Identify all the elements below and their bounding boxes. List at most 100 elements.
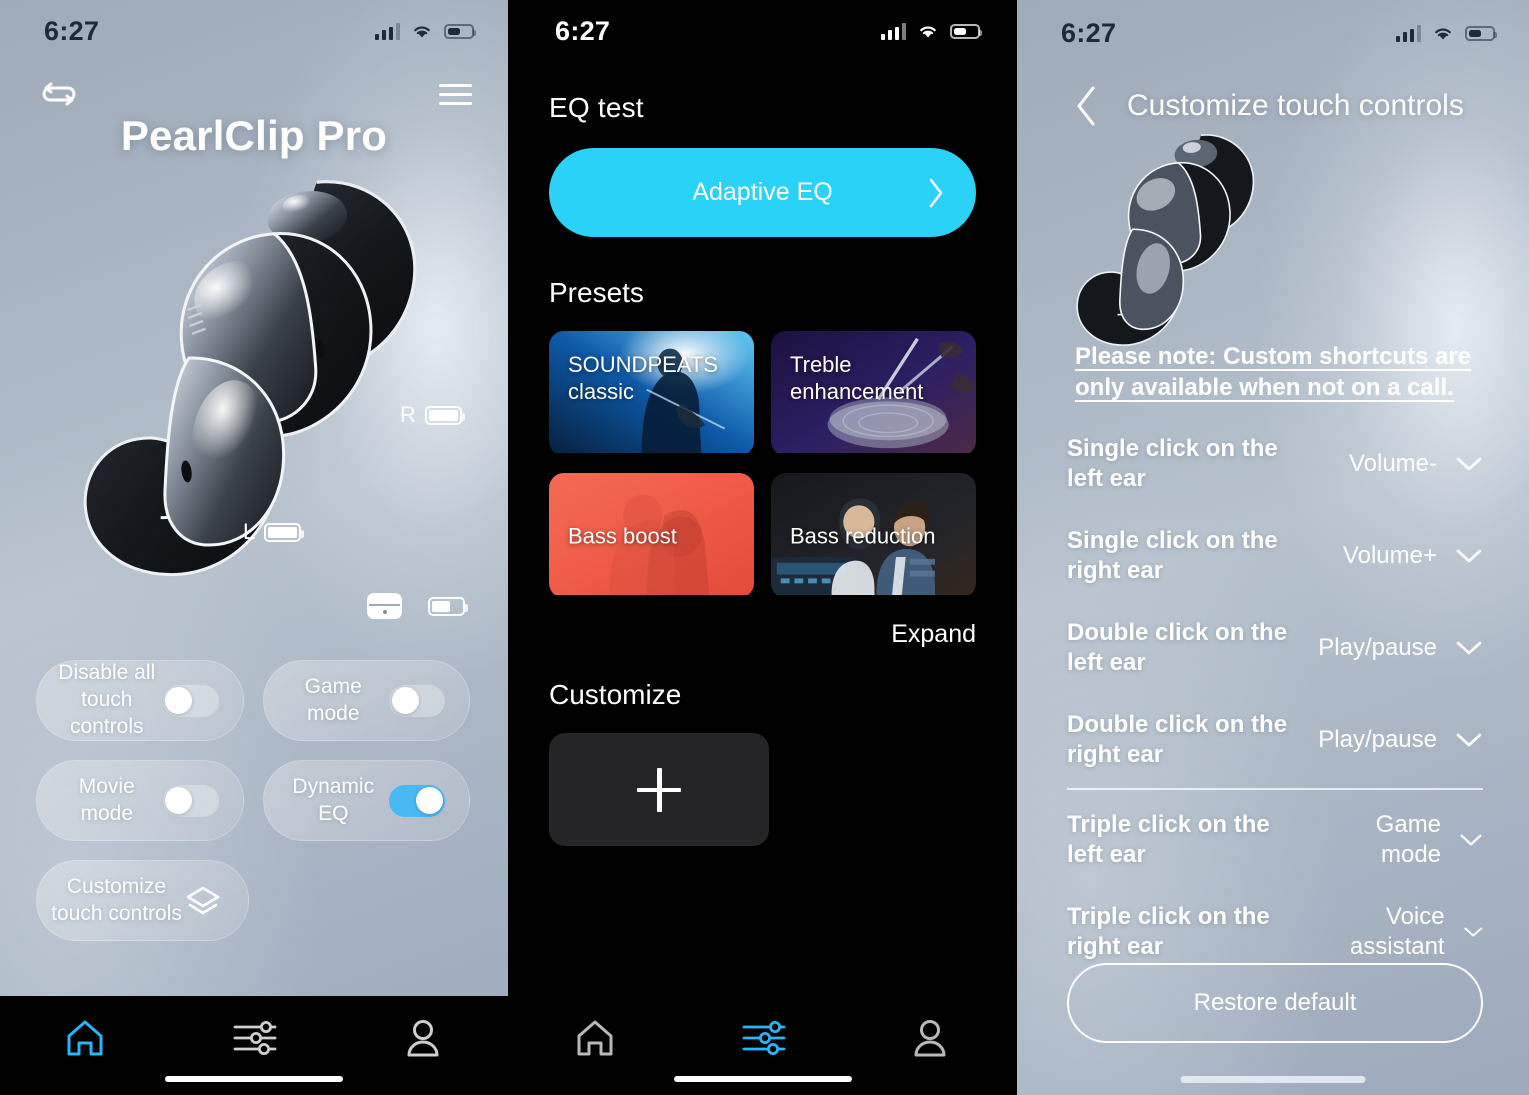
battery-tag-case (367, 593, 468, 619)
card-disable-all-touch-controls[interactable]: Disable all touch controls (36, 660, 244, 741)
battery-tag-left: L (243, 519, 305, 545)
card-label: Customize touch controls (51, 874, 182, 925)
home-indicator (673, 1076, 852, 1082)
charging-case-icon (367, 593, 402, 619)
preset-bass-boost[interactable]: Bass boost (549, 473, 754, 598)
toggle-disable-all-touch-controls[interactable] (162, 684, 219, 717)
chevron-down-icon[interactable] (1455, 731, 1483, 749)
gesture-label: Single click on the left ear (1067, 435, 1278, 492)
status-bar: 6:27 (0, 0, 508, 62)
nav-home[interactable] (0, 1017, 169, 1059)
note-text: Please note: Custom shortcuts are only a… (1075, 342, 1479, 403)
status-time: 6:27 (44, 15, 100, 46)
status-bar: 6:27 (1017, 0, 1529, 62)
row-double-click-left-ear[interactable]: Double click on the left ear Play/pause (1067, 602, 1483, 694)
adaptive-eq-button[interactable]: Adaptive EQ (549, 148, 977, 237)
touch-action-rows: Single click on the left ear Volume- Sin… (1067, 418, 1483, 978)
eq-test-heading: EQ test (549, 92, 644, 123)
card-dynamic-eq[interactable]: Dynamic EQ (262, 760, 470, 841)
home-indicator (165, 1076, 343, 1082)
action-value: Volume+ (1342, 542, 1437, 570)
gesture-label: Triple click on the right ear (1067, 902, 1270, 960)
card-label: Game mode (304, 674, 362, 725)
plus-icon (637, 767, 681, 812)
nav-equalizer[interactable] (169, 1017, 338, 1059)
cellular-signal-icon (880, 22, 907, 40)
back-chevron-icon[interactable] (1073, 84, 1099, 128)
hamburger-menu-icon[interactable] (439, 78, 472, 111)
chevron-down-icon[interactable] (1455, 639, 1483, 657)
action-value: Voice assistant (1349, 903, 1445, 960)
toggle-dynamic-eq[interactable] (389, 784, 445, 817)
preset-label: Bass reduction (790, 522, 936, 548)
battery-right-label: R (400, 402, 416, 427)
row-single-click-right-ear[interactable]: Single click on the right ear Volume+ (1067, 510, 1483, 602)
home-control-cards: Disable all touch controls Game mode Mov… (36, 660, 470, 960)
action-value: Play/pause (1318, 634, 1437, 662)
bottom-navigation (0, 996, 508, 1095)
card-movie-mode[interactable]: Movie mode (36, 760, 244, 841)
cellular-signal-icon (374, 22, 400, 40)
chevron-down-icon[interactable] (1463, 923, 1483, 941)
add-custom-eq-button[interactable] (549, 733, 769, 846)
preset-treble-enhancement[interactable]: Treble enhancement (771, 331, 976, 456)
home-icon (67, 1020, 103, 1056)
home-icon (577, 1020, 613, 1056)
preset-soundpeats-classic[interactable]: SOUNDPEATS classic (549, 331, 754, 456)
swap-device-icon[interactable] (38, 77, 80, 111)
card-customize-touch-controls[interactable]: Customize touch controls (36, 860, 249, 941)
cellular-signal-icon (1395, 24, 1421, 42)
battery-case-icon (428, 596, 468, 616)
equalizer-sliders-icon (742, 1021, 785, 1055)
wifi-icon (920, 26, 936, 38)
home-indicator (1180, 1076, 1366, 1083)
toggle-movie-mode[interactable] (162, 784, 219, 817)
preset-label: SOUNDPEATS classic (568, 352, 718, 405)
status-time: 6:27 (1061, 17, 1117, 48)
gesture-label: Single click on the right ear (1067, 527, 1278, 584)
battery-icon (950, 23, 983, 39)
touch-controls-panel: 6:27 Customize touch controls Please not… (1017, 0, 1529, 1095)
status-time: 6:27 (555, 15, 611, 46)
chevron-down-icon[interactable] (1459, 831, 1483, 849)
nav-profile[interactable] (339, 1017, 508, 1059)
battery-icon (1465, 25, 1497, 41)
wifi-icon (414, 26, 430, 38)
card-label: Movie mode (78, 774, 135, 825)
layers-icon (186, 886, 220, 914)
card-game-mode[interactable]: Game mode (262, 660, 470, 741)
presets-grid: SOUNDPEATS classic Treble enhancement Ba… (549, 331, 976, 598)
note-text-inner: Please note: Custom shortcuts are only a… (1075, 343, 1472, 401)
battery-left-label: L (243, 519, 256, 544)
restore-default-label: Restore default (1193, 989, 1357, 1016)
action-value: Play/pause (1318, 726, 1437, 754)
restore-default-button[interactable]: Restore default (1067, 963, 1483, 1043)
row-double-click-right-ear[interactable]: Double click on the right ear Play/pause (1067, 694, 1483, 786)
gesture-label: Double click on the right ear (1067, 711, 1288, 768)
battery-tag-right: R (400, 402, 465, 428)
eq-screen-panel: 6:27 EQ test Adaptive EQ Presets SOUNDPE… (511, 0, 1015, 1095)
chevron-right-icon (929, 178, 943, 207)
battery-icon (444, 23, 476, 39)
row-triple-click-left-ear[interactable]: Triple click on the left ear Game mode (1067, 794, 1483, 886)
status-bar: 6:27 (511, 0, 1014, 62)
preset-label: Bass boost (568, 522, 677, 548)
preset-bass-reduction[interactable]: Bass reduction (771, 473, 976, 598)
battery-right-icon (424, 405, 465, 425)
card-label: Dynamic EQ (292, 774, 375, 825)
action-value: Game mode (1375, 811, 1442, 868)
row-single-click-left-ear[interactable]: Single click on the left ear Volume- (1067, 418, 1483, 510)
customize-heading: Customize (549, 679, 682, 710)
home-screen-panel: 6:27 PearlClip Pro R L Disable all touch… (0, 0, 508, 1095)
battery-left-icon (264, 522, 305, 542)
nav-profile[interactable] (846, 1017, 1014, 1059)
expand-presets-button[interactable]: Expand (549, 620, 976, 649)
toggle-game-mode[interactable] (389, 684, 445, 717)
chevron-down-icon[interactable] (1455, 455, 1483, 473)
device-title: PearlClip Pro (120, 112, 388, 159)
nav-equalizer[interactable] (679, 1017, 847, 1059)
chevron-down-icon[interactable] (1455, 547, 1483, 565)
nav-home[interactable] (511, 1017, 679, 1059)
person-profile-icon (914, 1020, 946, 1057)
page-title: Customize touch controls (1127, 89, 1464, 122)
